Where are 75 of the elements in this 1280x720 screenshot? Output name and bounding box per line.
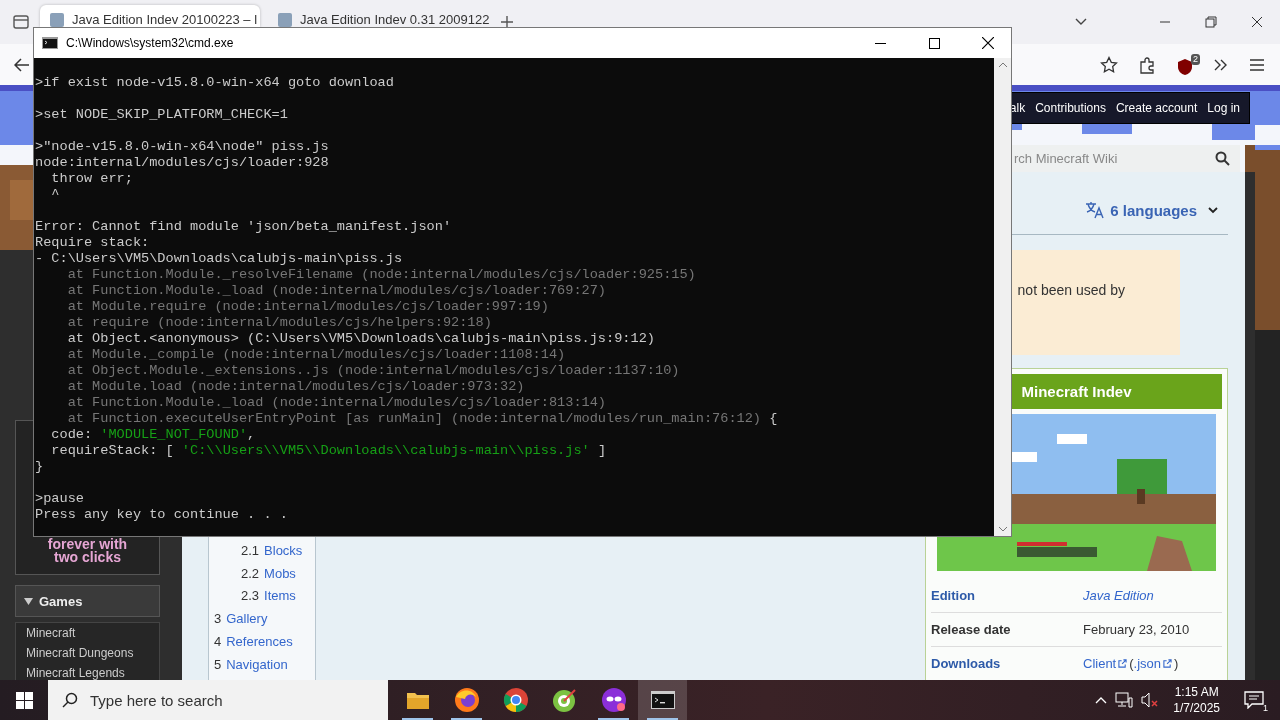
console-line: code: 'MODULE_NOT_FOUND', [50, 427, 257, 443]
toc-link[interactable]: 3 Gallery [214, 608, 315, 631]
promo-text: two clicks [54, 551, 121, 564]
restore-icon[interactable] [1205, 16, 1217, 28]
taskbar-app[interactable] [638, 680, 687, 720]
infobox-label: Release date [931, 622, 1012, 637]
window-title: C:\Windows\system32\cmd.exe [66, 36, 234, 50]
infobox-value: Client (.json ) [1083, 656, 1179, 671]
caret-up-icon[interactable] [1095, 696, 1108, 704]
browser-icon [502, 687, 529, 713]
browser-tab[interactable]: Java Edition Indev 20100223 – l [40, 5, 260, 27]
browser-tab[interactable]: Java Edition Indev 0.31 2009122 [268, 5, 488, 27]
languages-button[interactable]: 6 languages [1085, 201, 1218, 219]
sidebar-link[interactable]: Minecraft Dungeons [26, 646, 159, 660]
infobox-label[interactable]: Edition [931, 588, 1083, 603]
console-line: Press any key to continue . . . [35, 507, 289, 523]
games-header[interactable]: Games [15, 585, 160, 617]
muted-speaker-icon[interactable] [1141, 692, 1160, 708]
console-line: at Module.require (node:internal/modules/cjs/loader:997:19) [66, 299, 550, 315]
chevron-down-icon[interactable] [1075, 18, 1087, 26]
console-line: at Module.load (node:internal/modules/cjs/loader:973:32) [66, 379, 526, 395]
toc-link[interactable]: 2.2 Mobs [214, 562, 315, 586]
infobox-label[interactable]: Downloads [931, 656, 1083, 671]
sidebar-link[interactable]: Minecraft Legends [26, 666, 159, 680]
menu-icon[interactable] [1250, 58, 1264, 71]
external-link-icon [1163, 659, 1173, 668]
folder-icon [405, 690, 430, 710]
translate-icon [1085, 201, 1106, 219]
taskbar-search-field[interactable]: Type here to search [48, 680, 388, 720]
console-line: at Object.<anonymous> (C:\Users\VM5\Downloads\calubjs-main\piss.js:9:12) [66, 331, 656, 347]
toc-link[interactable]: 4 References [214, 630, 315, 654]
console-line: >pause [35, 491, 85, 507]
terminal-icon [650, 691, 675, 709]
new-tab-icon[interactable] [500, 15, 514, 29]
back-arrow-icon[interactable] [14, 57, 30, 72]
overflow-chevron-icon[interactable] [1214, 58, 1228, 71]
promo-text: forever with [47, 538, 128, 551]
infobox-value: Java Edition [1083, 588, 1154, 603]
console-line: - C:\Users\VM5\Downloads\calubjs-main\piss.js [35, 251, 404, 267]
console-line: } [35, 459, 45, 475]
console-line: requireStack: [ 'C:\\Users\\VM5\\Downloads\\calubjs-main\\piss.js' ] [50, 443, 608, 459]
clock[interactable]: 1:15 AM 1/7/2025 [1167, 684, 1226, 716]
terminal-icon [42, 37, 58, 49]
infobox-value: February 23, 2010 [1083, 622, 1190, 637]
caret-icon [24, 597, 33, 605]
console-line: at require (node:internal/modules/cjs/helpers:92:18) [66, 315, 493, 331]
target-icon [551, 687, 578, 713]
console-line: at Function.Module._resolveFilename (node:internal/modules/cjs/loader:925:15) [66, 267, 697, 283]
console-line: at Function.Module._load (node:internal/modules/cjs/loader:813:14) [66, 395, 608, 411]
browser-icon [453, 687, 480, 713]
sidebar-link[interactable]: Minecraft [26, 626, 159, 640]
console-line: at Module._compile (node:internal/modules/cjs/loader:1108:14) [66, 347, 567, 363]
star-icon[interactable] [1100, 55, 1118, 74]
scrollbar[interactable] [994, 58, 1011, 536]
scroll-down-icon[interactable] [998, 527, 1007, 532]
network-icon[interactable] [1115, 692, 1134, 708]
link[interactable]: .json [1133, 656, 1162, 671]
scroll-up-icon[interactable] [998, 62, 1007, 67]
console-line: at Function.Module._load (node:internal/modules/cjs/loader:769:27) [66, 283, 608, 299]
mask-icon [600, 687, 627, 713]
console-line: at Function.executeUserEntryPoint [as runMain] (node:internal/modules/run_main:76:12) { [66, 411, 779, 427]
link[interactable]: Client [1083, 656, 1117, 671]
external-link-icon [1118, 659, 1128, 668]
toc-link[interactable]: 5 Navigation [214, 653, 315, 677]
toc-link[interactable]: 2.1 Blocks [214, 540, 315, 563]
search-icon [62, 692, 78, 708]
notice-text: not been used by [1017, 282, 1125, 298]
puzzle-icon[interactable] [1138, 55, 1156, 74]
close-icon[interactable] [982, 37, 994, 49]
toc-link[interactable]: 2.3 Items [214, 585, 315, 609]
maximize-icon[interactable] [928, 37, 940, 49]
console-line: >if exist node-v15.8.0-win-x64 goto download [35, 75, 395, 91]
chevron-down-icon [1208, 206, 1218, 214]
close-icon[interactable] [1251, 16, 1263, 28]
console-line: at Object.Module._extensions..js (node:internal/modules/cjs/loader:1137:10) [66, 363, 681, 379]
